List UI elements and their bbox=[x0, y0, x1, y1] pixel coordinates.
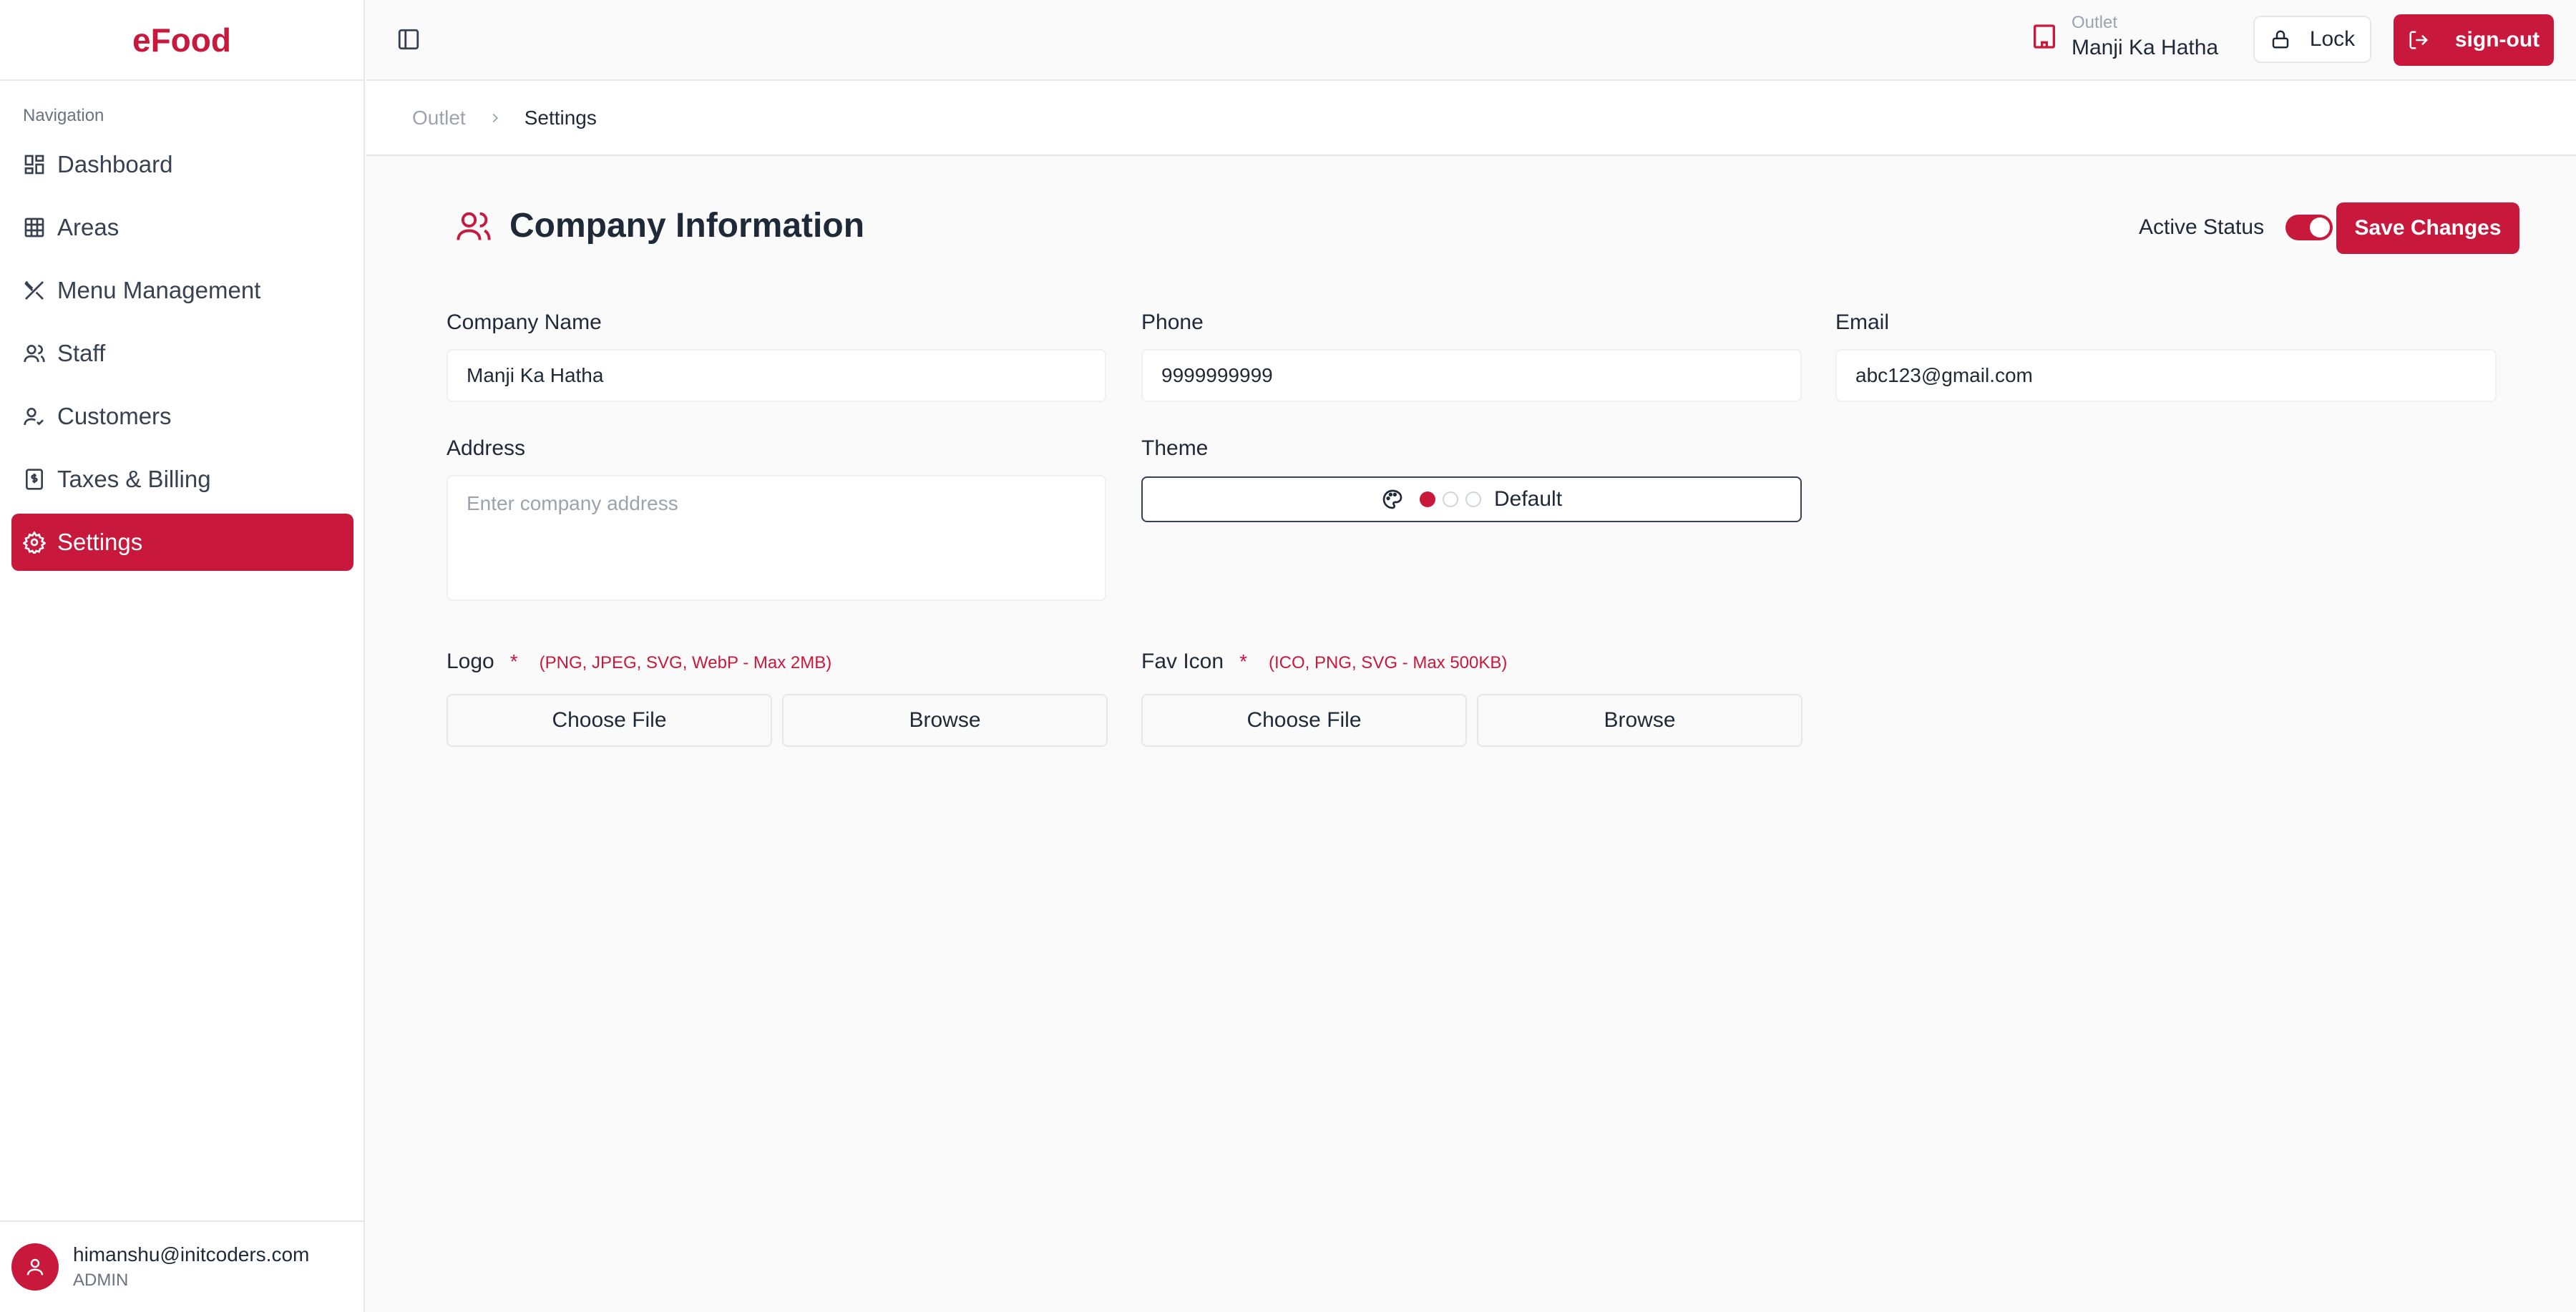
company-name-label: Company Name bbox=[447, 310, 602, 334]
theme-value: Default bbox=[1493, 487, 1563, 511]
email-label: Email bbox=[1835, 310, 1890, 334]
users-icon bbox=[457, 212, 491, 240]
sidebar-nav: Dashboard Areas Menu Management Staff Cu… bbox=[11, 136, 353, 577]
utensils-icon bbox=[24, 281, 44, 300]
breadcrumb-parent[interactable]: Outlet bbox=[412, 107, 466, 129]
user-check-icon bbox=[24, 408, 44, 426]
sidebar-item-label: Areas bbox=[57, 214, 119, 240]
user-role: ADMIN bbox=[73, 1271, 129, 1290]
sidebar-item-label: Staff bbox=[57, 340, 106, 366]
page-title: Company Information bbox=[509, 207, 865, 245]
active-status-toggle[interactable] bbox=[2285, 215, 2333, 240]
required-mark: * bbox=[1239, 650, 1247, 672]
brand-logo-text[interactable]: eFood bbox=[132, 21, 231, 59]
page-header: Company Information bbox=[455, 206, 864, 245]
user-email: himanshu@initcoders.com bbox=[73, 1243, 310, 1266]
phone-input[interactable]: 9999999999 bbox=[1141, 349, 1802, 402]
email-input[interactable]: abc123@gmail.com bbox=[1835, 349, 2497, 402]
logo-browse-button[interactable]: Browse bbox=[782, 694, 1108, 747]
brand: eFood bbox=[0, 0, 364, 81]
outlet-label: Outlet bbox=[2072, 13, 2118, 32]
company-name-input[interactable]: Manji Ka Hatha bbox=[447, 349, 1106, 402]
breadcrumb: Outlet Settings bbox=[366, 81, 2576, 156]
logo-upload-label: Logo * (PNG, JPEG, SVG, WebP - Max 2MB) bbox=[447, 650, 831, 674]
users-icon bbox=[24, 345, 45, 363]
theme-select[interactable]: Default bbox=[1141, 476, 1802, 522]
theme-label: Theme bbox=[1141, 436, 1209, 460]
dashboard-icon bbox=[24, 155, 44, 175]
logo-label: Logo bbox=[447, 650, 494, 673]
sidebar-toggle-icon[interactable] bbox=[396, 27, 421, 52]
favicon-browse-button[interactable]: Browse bbox=[1477, 694, 1802, 747]
user-icon bbox=[26, 1258, 44, 1276]
favicon-hint: (ICO, PNG, SVG - Max 500KB) bbox=[1268, 653, 1508, 672]
favicon-upload-label: Fav Icon * (ICO, PNG, SVG - Max 500KB) bbox=[1141, 650, 1507, 674]
logo-choose-file-button[interactable]: Choose File bbox=[447, 694, 772, 747]
sidebar-item-areas[interactable]: Areas bbox=[11, 199, 353, 256]
favicon-choose-file-button[interactable]: Choose File bbox=[1141, 694, 1467, 747]
chevron-right-icon bbox=[492, 113, 498, 122]
sidebar: eFood Navigation Dashboard Areas Menu Ma… bbox=[0, 0, 365, 1312]
sidebar-item-taxes-billing[interactable]: Taxes & Billing bbox=[11, 451, 353, 508]
theme-swatch bbox=[1419, 491, 1435, 507]
outlet-indicator[interactable]: Outlet Manji Ka Hatha bbox=[2030, 13, 2218, 60]
gear-icon bbox=[23, 531, 46, 554]
sign-out-icon bbox=[2409, 31, 2428, 49]
favicon-label: Fav Icon bbox=[1141, 650, 1224, 673]
outlet-name: Manji Ka Hatha bbox=[2072, 36, 2219, 59]
lock-button[interactable]: Lock bbox=[2253, 16, 2371, 63]
grid-icon bbox=[24, 217, 44, 238]
receipt-icon bbox=[26, 469, 43, 490]
sidebar-item-label: Taxes & Billing bbox=[57, 466, 211, 492]
address-label: Address bbox=[447, 436, 526, 460]
phone-label: Phone bbox=[1141, 310, 1204, 334]
user-profile[interactable]: himanshu@initcoders.com ADMIN bbox=[0, 1220, 364, 1312]
sidebar-item-label: Menu Management bbox=[57, 277, 261, 303]
sidebar-item-staff[interactable]: Staff bbox=[11, 325, 353, 382]
sidebar-item-label: Dashboard bbox=[57, 151, 173, 177]
address-textarea[interactable]: Enter company address bbox=[447, 475, 1106, 601]
theme-swatch bbox=[1442, 491, 1458, 507]
active-status: Active Status bbox=[2139, 215, 2333, 240]
palette-icon bbox=[1382, 489, 1402, 509]
sign-out-label: sign-out bbox=[2454, 28, 2540, 52]
sidebar-item-label: Customers bbox=[57, 403, 172, 429]
sidebar-item-settings[interactable]: Settings bbox=[11, 514, 353, 571]
building-icon bbox=[2034, 24, 2055, 49]
lock-label: Lock bbox=[2309, 27, 2356, 51]
main-content: Company Information Active Status Save C… bbox=[366, 156, 2576, 1312]
nav-heading: Navigation bbox=[23, 106, 104, 125]
sidebar-item-label: Settings bbox=[57, 529, 143, 555]
toggle-knob bbox=[2310, 217, 2331, 238]
save-changes-button[interactable]: Save Changes bbox=[2336, 202, 2519, 254]
sidebar-item-dashboard[interactable]: Dashboard bbox=[11, 136, 353, 193]
lock-icon bbox=[2272, 30, 2289, 49]
logo-hint: (PNG, JPEG, SVG, WebP - Max 2MB) bbox=[539, 653, 832, 672]
theme-swatch bbox=[1465, 491, 1481, 507]
sidebar-item-customers[interactable]: Customers bbox=[11, 388, 353, 445]
sidebar-item-menu-management[interactable]: Menu Management bbox=[11, 262, 353, 319]
active-status-label: Active Status bbox=[2139, 215, 2265, 239]
breadcrumb-current: Settings bbox=[524, 106, 597, 129]
avatar bbox=[11, 1243, 59, 1291]
required-mark: * bbox=[509, 650, 518, 672]
topbar: Outlet Manji Ka Hatha Lock sign-out bbox=[366, 0, 2576, 81]
sign-out-button[interactable]: sign-out bbox=[2394, 14, 2554, 66]
